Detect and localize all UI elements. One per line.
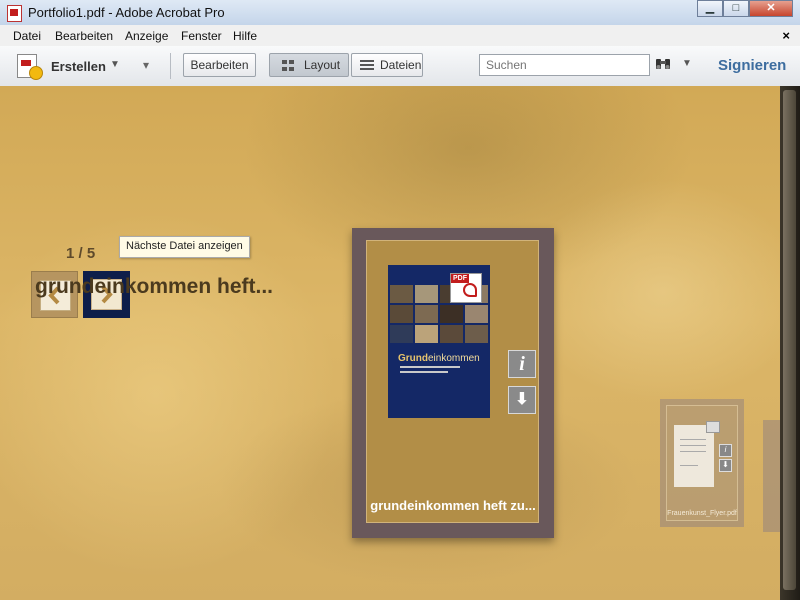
current-file-title: grundeinkommen heft... <box>35 275 274 298</box>
scrollbar-thumb[interactable] <box>783 90 796 590</box>
edit-button[interactable]: Bearbeiten <box>183 53 256 77</box>
file-card-partial[interactable] <box>763 420 780 532</box>
search-box <box>479 54 650 76</box>
cover-subtitle-line <box>400 371 448 373</box>
close-window-button[interactable]: ✕ <box>749 0 793 17</box>
download-arrow-icon: ⬇ <box>515 391 529 408</box>
list-icon <box>360 60 374 71</box>
file-card-label-small: Frauenkunst_Flyer.pdf <box>667 510 737 517</box>
create-button[interactable]: Erstellen <box>51 59 106 74</box>
files-view-button[interactable]: Dateien <box>351 53 423 77</box>
toolbar: Erstellen ▼ ▾ Bearbeiten Layout Dateien <box>0 46 800 87</box>
info-icon: i <box>519 353 525 375</box>
menu-datei[interactable]: Datei <box>13 29 41 43</box>
document-thumbnail-small <box>674 425 714 487</box>
window-title: Portfolio1.pdf - Adobe Acrobat Pro <box>28 5 225 20</box>
minimize-button[interactable]: ▁ <box>697 0 723 17</box>
search-input[interactable] <box>480 55 649 75</box>
menu-bearbeiten[interactable]: Bearbeiten <box>55 29 113 43</box>
title-bar: Portfolio1.pdf - Adobe Acrobat Pro ▁ □ ✕ <box>0 0 800 25</box>
file-card-label: grundeinkommen heft zu... <box>370 498 536 513</box>
info-icon[interactable]: i <box>719 444 732 457</box>
next-file-tooltip: Nächste Datei anzeigen <box>119 236 250 258</box>
menu-fenster[interactable]: Fenster <box>181 29 222 43</box>
sign-button[interactable]: Signieren <box>718 57 786 74</box>
layout-view-button[interactable]: Layout <box>269 53 349 77</box>
menu-anzeige[interactable]: Anzeige <box>125 29 168 43</box>
files-label: Dateien <box>380 58 422 72</box>
starburst-icon <box>29 66 43 80</box>
document-thumbnail[interactable]: Grundeinkommen PDF <box>388 265 490 418</box>
pdf-badge-label: PDF <box>451 274 469 283</box>
file-card-next[interactable]: i ⬇ Frauenkunst_Flyer.pdf <box>660 399 744 527</box>
window-controls: ▁ □ ✕ <box>697 0 793 19</box>
portfolio-canvas: Nächste Datei anzeigen 1 / 5 grundeinkom… <box>0 86 780 600</box>
cover-subtitle-line <box>400 366 460 368</box>
toolbar-divider <box>170 53 171 79</box>
acrobat-app-icon <box>7 5 22 22</box>
maximize-button[interactable]: □ <box>723 0 749 17</box>
binoculars-icon[interactable] <box>655 57 671 71</box>
file-card-main[interactable]: Grundeinkommen PDF i ⬇ grundeinkommen he… <box>352 228 554 538</box>
attachment-icon <box>706 421 720 433</box>
menu-hilfe[interactable]: Hilfe <box>233 29 257 43</box>
close-document-button[interactable]: × <box>782 28 790 43</box>
cover-title: Grundeinkommen <box>398 353 480 364</box>
extract-file-button[interactable]: ⬇ <box>508 386 536 414</box>
layout-label: Layout <box>304 58 341 72</box>
menu-bar: Datei Bearbeiten Anzeige Fenster Hilfe × <box>0 25 800 47</box>
create-dropdown-icon[interactable]: ▼ <box>110 59 120 70</box>
download-arrow-icon[interactable]: ⬇ <box>719 459 732 472</box>
customize-toolbar-icon[interactable]: ▾ <box>143 58 149 72</box>
search-options-dropdown-icon[interactable]: ▼ <box>682 58 692 69</box>
grid-icon <box>282 60 294 71</box>
file-info-button[interactable]: i <box>508 350 536 378</box>
file-counter: 1 / 5 <box>66 245 96 262</box>
pdf-file-icon: PDF <box>450 273 482 303</box>
